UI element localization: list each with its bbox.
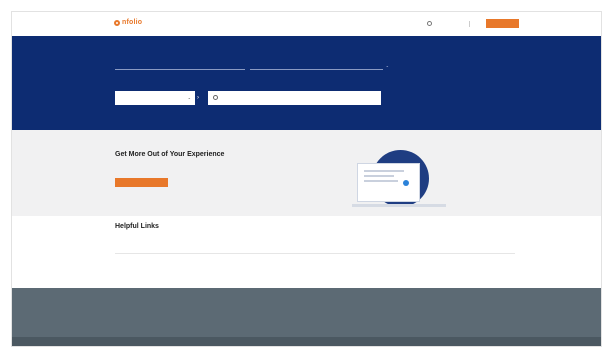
header-divider [469,21,470,27]
illustration-bar [364,180,398,182]
chevron-down-icon: ⌄ [187,95,191,100]
globe-icon [427,21,432,26]
logo[interactable]: nfolio [114,19,142,26]
check-icon [403,180,409,186]
search-box[interactable] [208,91,381,105]
search-input[interactable] [221,91,371,105]
search-icon [213,95,218,100]
chevron-down-icon: ⌄ [385,63,389,68]
selector-a[interactable] [115,63,245,70]
language-selector[interactable] [427,21,434,26]
category-dropdown[interactable]: ⌄ [115,91,195,105]
promo-cta-button[interactable] [115,178,168,187]
promo-title: Get More Out of Your Experience [115,151,225,158]
illustration-screen [357,163,420,202]
logo-text: nfolio [122,19,143,26]
logo-mark-icon [114,19,120,26]
arrow-right-icon: › [197,95,199,101]
site-header: nfolio [12,12,601,36]
footer-bottom-strip [12,337,601,346]
illustration-bar [364,175,394,177]
illustration-bar [364,170,404,172]
sign-in-button[interactable] [486,19,519,28]
illustration-base [352,204,446,207]
selector-b[interactable]: ⌄ [250,63,389,70]
promo-section: Get More Out of Your Experience [12,130,601,216]
helpful-links-title: Helpful Links [115,223,159,230]
browser-frame: nfolio ⌄ ⌄ › Get More Out of Your Experi… [11,11,602,347]
links-divider [115,253,515,254]
search-hero: ⌄ ⌄ › [12,36,601,130]
